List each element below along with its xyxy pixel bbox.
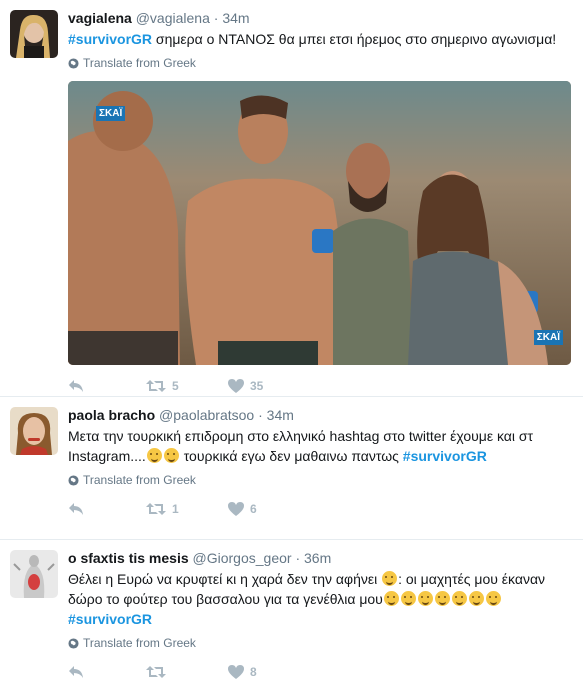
reply-icon — [69, 380, 83, 392]
tweet[interactable]: paola bracho @paolabratsoo · 34m Μετα τη… — [0, 397, 583, 540]
heart-icon — [228, 379, 244, 393]
retweet-count: 5 — [172, 379, 179, 393]
tweet-text-line2b: τουρκικά εγω δεν μαθαινω παντως — [179, 448, 403, 464]
translate-label: Translate from Greek — [83, 636, 196, 650]
channel-logo-badge-corner: ΣΚΑΪ — [533, 330, 563, 345]
translate-link[interactable]: Translate from Greek — [68, 472, 571, 488]
unamused-face-emoji-icon — [163, 448, 179, 463]
tweet-text-line2: Instagram.... — [68, 448, 146, 464]
tears-of-joy-emoji-icon — [400, 591, 416, 606]
tweet-actions: 5 35 — [68, 377, 571, 395]
tweet[interactable]: o sfaxtis tis mesis @Giorgos_geor · 36m … — [0, 540, 583, 680]
username[interactable]: @Giorgos_geor — [193, 550, 292, 566]
like-count: 8 — [250, 665, 257, 679]
avatar[interactable] — [10, 550, 58, 598]
tweet-text: Μετα την τουρκική επιδρομη στο ελληνικό … — [68, 426, 571, 466]
tears-of-joy-emoji-icon — [434, 591, 450, 606]
hashtag-link[interactable]: #survivorGR — [403, 448, 487, 464]
winking-tongue-emoji-icon — [382, 571, 398, 586]
tweet-text-line1: Μετα την τουρκική επιδρομη στο ελληνικό … — [68, 428, 534, 444]
reply-button[interactable] — [68, 665, 146, 679]
username[interactable]: @paolabratsoo — [159, 407, 254, 423]
globe-icon — [68, 57, 79, 69]
winking-tongue-emoji-icon — [417, 591, 433, 606]
fullname[interactable]: paola bracho — [68, 407, 155, 423]
like-button[interactable]: 8 — [228, 665, 310, 679]
reply-icon — [69, 666, 83, 678]
hashtag-link[interactable]: #survivorGR — [68, 31, 152, 47]
like-button[interactable]: 35 — [228, 379, 310, 393]
separator-dot: · — [258, 407, 263, 423]
separator-dot: · — [213, 10, 219, 26]
like-button[interactable]: 6 — [228, 502, 310, 516]
tweet-header: vagialena @vagialena · 34m — [68, 9, 571, 28]
tweet-text-line2: δώρο το φούτερ του βασσαλου για τα γενέθ… — [68, 591, 383, 607]
unamused-face-emoji-icon — [146, 448, 162, 463]
timestamp[interactable]: 34m — [222, 10, 249, 26]
translate-link[interactable]: Translate from Greek — [68, 635, 571, 651]
retweet-icon — [146, 666, 166, 678]
reply-button[interactable] — [68, 379, 146, 393]
fullname[interactable]: vagialena — [68, 10, 132, 26]
avatar[interactable] — [10, 10, 58, 58]
globe-icon — [68, 637, 79, 649]
tweet[interactable]: vagialena @vagialena · 34m #survivorGR σ… — [0, 0, 583, 397]
tweet-text: Θέλει η Ευρώ να κρυφτεί κι η χαρά δεν τη… — [68, 569, 571, 629]
tweet-text-body: σημερα ο ΝΤΑΝΟΣ θα μπει ετσι ήρεμος στο … — [152, 31, 557, 47]
heart-icon — [228, 665, 244, 679]
translate-label: Translate from Greek — [83, 473, 196, 487]
fullname[interactable]: o sfaxtis tis mesis — [68, 550, 189, 566]
tweet-actions: 8 — [68, 663, 571, 680]
laughing-emoji-icon — [383, 591, 399, 606]
timestamp[interactable]: 36m — [304, 550, 331, 566]
winking-tongue-emoji-icon — [468, 591, 484, 606]
separator-dot: · — [295, 550, 301, 566]
tweet-text: #survivorGR σημερα ο ΝΤΑΝΟΣ θα μπει ετσι… — [68, 29, 571, 49]
retweet-button[interactable] — [146, 665, 228, 679]
heart-icon — [228, 502, 244, 516]
like-count: 35 — [250, 379, 264, 393]
kiss-emoji-icon — [485, 591, 501, 606]
like-count: 6 — [250, 502, 257, 516]
translate-link[interactable]: Translate from Greek — [68, 55, 571, 71]
tweet-text-line1: Θέλει η Ευρώ να κρυφτεί κι η χαρά δεν τη… — [68, 571, 382, 587]
tears-of-joy-emoji-icon — [451, 591, 467, 606]
translate-label: Translate from Greek — [83, 56, 196, 70]
avatar[interactable] — [10, 407, 58, 455]
globe-icon — [68, 474, 79, 486]
username[interactable]: @vagialena — [136, 10, 210, 26]
channel-logo-badge: ΣΚΑΪ — [96, 106, 126, 121]
timeline: vagialena @vagialena · 34m #survivorGR σ… — [0, 0, 583, 680]
reply-icon — [69, 503, 83, 515]
timestamp[interactable]: 34m — [267, 407, 294, 423]
retweet-icon — [146, 503, 166, 515]
tweet-header: o sfaxtis tis mesis @Giorgos_geor · 36m — [68, 549, 571, 568]
retweet-icon — [146, 380, 166, 392]
retweet-count: 1 — [172, 502, 179, 516]
tweet-header: paola bracho @paolabratsoo · 34m — [68, 406, 571, 425]
hashtag-link[interactable]: #survivorGR — [68, 611, 152, 627]
retweet-button[interactable]: 5 — [146, 379, 228, 393]
reply-button[interactable] — [68, 502, 146, 516]
tweet-actions: 1 6 — [68, 500, 571, 518]
tweet-media-photo[interactable]: ΣΚΑΪ ΣΚΑΪ — [68, 81, 571, 365]
retweet-button[interactable]: 1 — [146, 502, 228, 516]
tweet-text-line1b: : οι μαχητές μου έκαναν — [398, 571, 546, 587]
